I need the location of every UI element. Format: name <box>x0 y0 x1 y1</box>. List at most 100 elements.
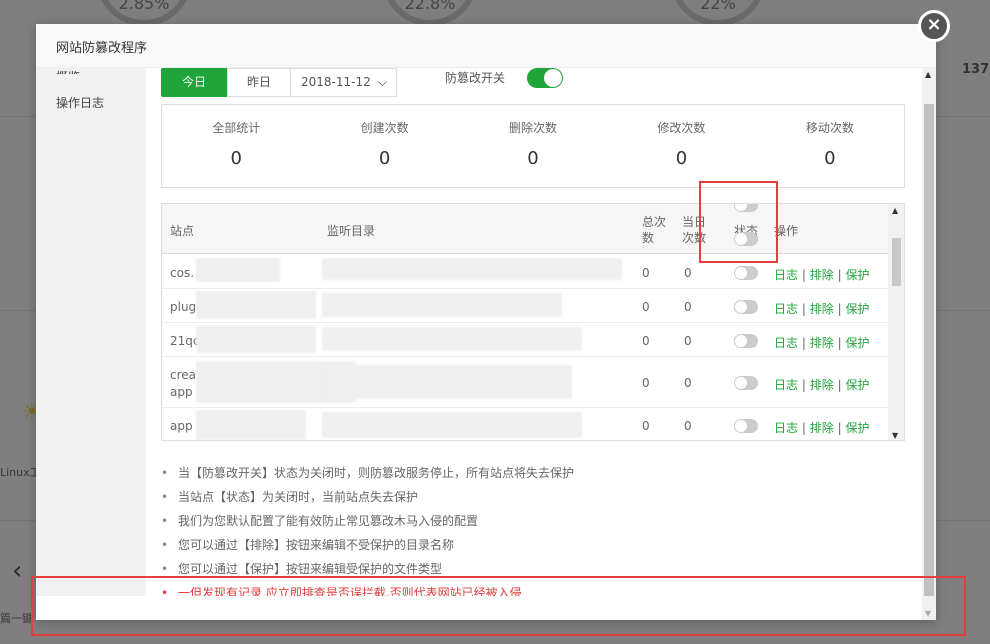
action-protect-link[interactable]: 保护 <box>845 336 869 350</box>
action-separator: | <box>801 336 806 350</box>
modal-title: 网站防篡改程序 <box>56 41 148 56</box>
status-toggle[interactable] <box>734 419 758 433</box>
redacted-block <box>196 291 316 319</box>
action-protect-link[interactable]: 保护 <box>845 421 869 435</box>
close-button[interactable]: × <box>918 10 950 42</box>
action-log-link[interactable]: 日志 <box>774 302 798 316</box>
table-row: 21qc 0 0 日志 | 排除 | 保护 <box>162 323 888 357</box>
status-toggle[interactable] <box>734 334 758 348</box>
note-item: 当站点【状态】为关闭时，当前站点失去保护 <box>161 488 905 512</box>
chevron-left-icon[interactable]: ‹ <box>12 556 22 586</box>
tab-today[interactable]: 今日 <box>161 68 227 97</box>
action-separator: | <box>801 421 806 435</box>
stat-value: 0 <box>378 148 391 169</box>
scroll-up-icon[interactable]: ▲ <box>892 206 898 215</box>
background-label: Linux工 <box>0 466 41 479</box>
action-protect-link[interactable]: 保护 <box>845 268 869 282</box>
redacted-block <box>322 258 622 280</box>
action-separator: | <box>801 378 806 392</box>
table-row: app 0 0 日志 | 排除 | 保护 <box>162 408 888 440</box>
action-separator: | <box>837 378 842 392</box>
action-log-link[interactable]: 日志 <box>774 421 798 435</box>
date-select[interactable]: 2018-11-12 ⌵ <box>290 68 397 97</box>
note-item: 您可以通过【排除】按钮来编辑不受保护的目录名称 <box>161 536 905 560</box>
cell-today: 0 <box>684 419 692 433</box>
stat-label: 全部统计 <box>212 121 261 135</box>
action-exclude-link[interactable]: 排除 <box>810 336 834 350</box>
scroll-down-icon[interactable]: ▼ <box>892 431 898 440</box>
cell-site: plug <box>170 300 197 314</box>
row-actions: 日志 | 排除 | 保护 <box>774 376 869 393</box>
action-exclude-link[interactable]: 排除 <box>810 378 834 392</box>
action-log-link[interactable]: 日志 <box>774 336 798 350</box>
row-actions: 日志 | 排除 | 保护 <box>774 300 869 317</box>
stat-value: 0 <box>675 148 688 169</box>
tamper-switch-label: 防篡改开关 <box>445 71 506 85</box>
action-protect-link[interactable]: 保护 <box>845 302 869 316</box>
status-toggle[interactable] <box>734 300 758 314</box>
modal-header: 网站防篡改程序 <box>36 24 936 68</box>
action-log-link[interactable]: 日志 <box>774 378 798 392</box>
redacted-block <box>322 365 572 399</box>
action-log-link[interactable]: 日志 <box>774 268 798 282</box>
stat-create: 创建次数 0 <box>310 105 458 187</box>
cell-total: 0 <box>642 334 650 348</box>
action-separator: | <box>837 336 842 350</box>
modal-content: 今日 昨日 2018-11-12 ⌵ 防篡改开关 全部统计 0 创建次数 0 删… <box>146 68 922 596</box>
row-actions: 日志 | 排除 | 保护 <box>774 266 869 283</box>
redacted-block <box>196 325 316 353</box>
gauge-label: 22% <box>700 0 736 13</box>
row-actions: 日志 | 排除 | 保护 <box>774 334 869 351</box>
status-toggle[interactable] <box>734 376 758 390</box>
note-item: 我们为您默认配置了能有效防止常见篡改木马入侵的配置 <box>161 512 905 536</box>
cell-total: 0 <box>642 376 650 390</box>
modal-sidebar: 概览 操作日志 <box>36 68 146 596</box>
redacted-block <box>322 412 582 438</box>
scroll-thumb[interactable] <box>924 104 934 596</box>
stat-label: 删除次数 <box>509 121 558 135</box>
stat-move: 移动次数 0 <box>756 105 904 187</box>
action-protect-link[interactable]: 保护 <box>845 378 869 392</box>
sites-table: 站点 监听目录 总次数 当日次数 状态 操作 cos. 0 0 日志 | 排除 … <box>161 203 905 441</box>
stat-modify: 修改次数 0 <box>607 105 755 187</box>
cell-total: 0 <box>642 266 650 280</box>
scroll-thumb[interactable] <box>892 238 901 286</box>
stat-label: 创建次数 <box>360 121 409 135</box>
table-row: cos. 0 0 日志 | 排除 | 保护 <box>162 254 888 289</box>
table-scrollbar[interactable]: ▲ ▼ <box>888 204 904 440</box>
background-stat-number: 137 <box>962 62 990 77</box>
cell-today: 0 <box>684 300 692 314</box>
action-exclude-link[interactable]: 排除 <box>810 421 834 435</box>
stat-value: 0 <box>230 148 242 169</box>
annotation-box-status <box>699 181 778 263</box>
table-row: plug 0 0 日志 | 排除 | 保护 <box>162 289 888 323</box>
action-separator: | <box>837 302 842 316</box>
header-site: 站点 <box>170 224 195 238</box>
row-actions: 日志 | 排除 | 保护 <box>774 419 869 436</box>
header-dir: 监听目录 <box>327 224 376 238</box>
date-value: 2018-11-12 <box>301 75 371 89</box>
modal-scrollbar[interactable]: ▲ ▼ <box>922 68 936 620</box>
background-label: 篇一键 <box>0 612 33 625</box>
tab-yesterday[interactable]: 昨日 <box>227 68 291 97</box>
action-separator: | <box>837 268 842 282</box>
gauge-label: 22.8% <box>404 0 456 13</box>
scroll-up-icon[interactable]: ▲ <box>925 70 931 79</box>
chevron-down-icon: ⌵ <box>377 75 387 89</box>
header-total: 总次数 <box>642 215 667 245</box>
stat-label: 修改次数 <box>657 121 706 135</box>
status-toggle[interactable] <box>734 266 758 280</box>
cell-today: 0 <box>684 266 692 280</box>
action-exclude-link[interactable]: 排除 <box>810 268 834 282</box>
sidebar-item-overview[interactable]: 概览 <box>56 68 116 74</box>
gauge-label: 2.85% <box>118 0 170 13</box>
stat-total: 全部统计 0 <box>162 105 310 187</box>
redacted-block <box>322 293 562 317</box>
tamper-switch[interactable] <box>527 68 563 88</box>
action-separator: | <box>801 302 806 316</box>
action-exclude-link[interactable]: 排除 <box>810 302 834 316</box>
sidebar-item-operation-log[interactable]: 操作日志 <box>56 94 104 111</box>
stat-value: 0 <box>824 148 836 169</box>
action-separator: | <box>837 421 842 435</box>
cell-total: 0 <box>642 419 650 433</box>
